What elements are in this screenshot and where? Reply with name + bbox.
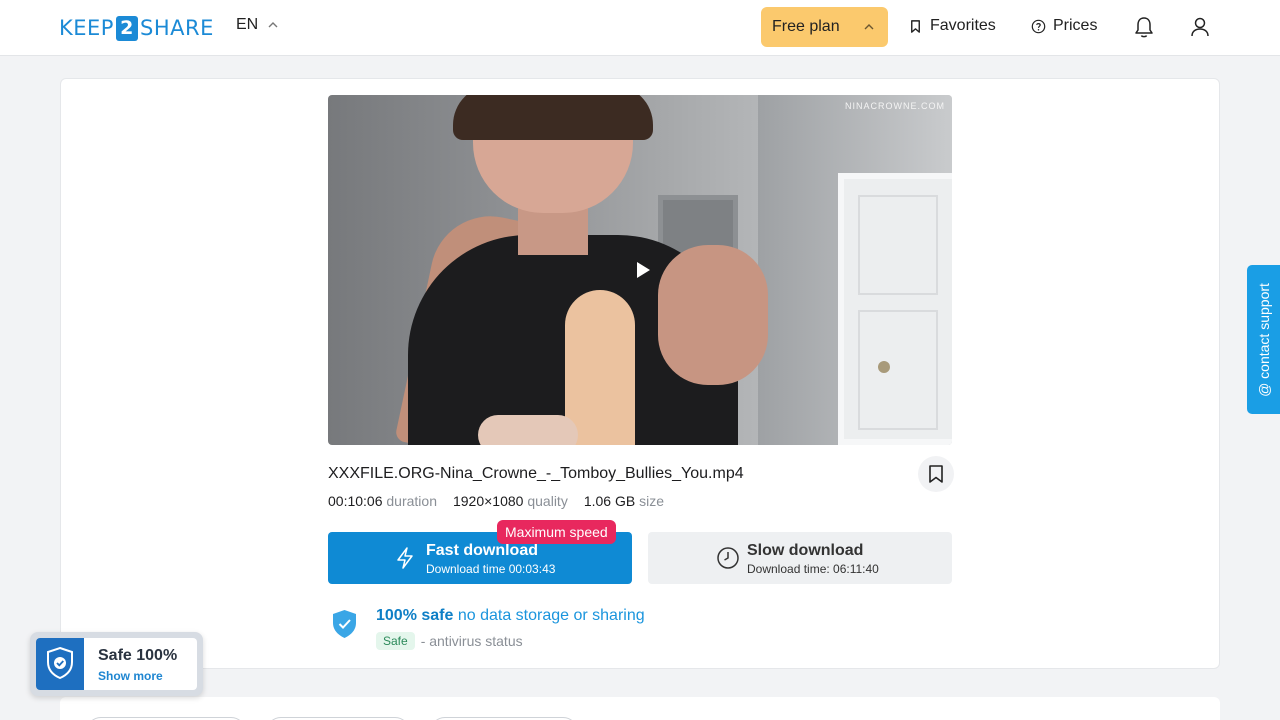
contact-support-tab[interactable]: @ contact support — [1247, 265, 1280, 414]
free-plan-label: Free plan — [772, 18, 840, 35]
safety-headline-rest: no data storage or sharing — [457, 607, 645, 624]
bookmark-icon — [911, 19, 920, 33]
duration-label: duration — [386, 493, 437, 509]
lightning-icon — [397, 547, 413, 569]
prices-label: Prices — [1053, 17, 1098, 34]
safe-badge-icon-box — [36, 638, 84, 690]
antivirus-label: - antivirus status — [420, 633, 523, 649]
fast-download-time: Download time 00:03:43 — [426, 562, 556, 576]
fast-download-title: Fast download — [426, 542, 538, 559]
safe-badge-show-more-link[interactable]: Show more — [98, 669, 163, 683]
safety-headline: 100% safe no data storage or sharing — [376, 607, 645, 625]
bell-icon[interactable] — [1133, 15, 1155, 39]
video-bg-door-panel — [858, 310, 938, 430]
file-meta: 00:10:06 duration 1920×1080 quality 1.06… — [328, 493, 664, 509]
video-figure-arm — [658, 245, 768, 385]
prices-link[interactable]: Prices — [1031, 17, 1097, 35]
favorites-label: Favorites — [930, 17, 996, 34]
slow-download-title: Slow download — [747, 542, 864, 559]
bookmark-icon — [929, 465, 943, 483]
question-circle-icon — [1031, 19, 1046, 33]
add-to-favorites-button[interactable] — [918, 456, 954, 492]
user-icon[interactable] — [1189, 15, 1211, 39]
chevron-up-icon — [268, 22, 278, 28]
size-meta: 1.06 GB size — [584, 493, 664, 509]
language-label: EN — [236, 16, 259, 33]
video-figure-hair — [453, 95, 653, 140]
contact-support-label: @ contact support — [1255, 282, 1272, 397]
video-bg-door-panel — [858, 195, 938, 295]
language-selector[interactable]: EN — [236, 16, 278, 34]
video-watermark: NINACROWNE.COM — [845, 101, 945, 111]
maximum-speed-badge: Maximum speed — [497, 520, 616, 544]
slow-download-button[interactable]: Slow download Download time: 06:11:40 — [648, 532, 952, 584]
play-icon[interactable] — [633, 260, 653, 280]
safe-tag: Safe — [376, 632, 415, 650]
safe-badge-inner: Safe 100% Show more — [36, 638, 197, 690]
shield-check-icon — [333, 610, 356, 638]
size-value: 1.06 GB — [583, 493, 636, 509]
video-figure-hand — [478, 415, 578, 445]
safety-headline-strong: 100% safe — [376, 607, 454, 624]
favorites-link[interactable]: Favorites — [908, 17, 996, 35]
slow-download-time: Download time: 06:11:40 — [747, 562, 879, 576]
video-preview[interactable]: NINACROWNE.COM — [328, 95, 952, 445]
clock-icon — [717, 547, 739, 569]
video-object — [565, 290, 635, 445]
quality-meta: 1920×1080 quality — [453, 493, 568, 509]
chevron-up-icon — [864, 24, 874, 30]
safe-badge-title: Safe 100% — [98, 647, 178, 664]
free-plan-button[interactable]: Free plan — [761, 7, 888, 47]
logo-text-2: 2 — [115, 15, 138, 41]
quality-value: 1920×1080 — [452, 493, 524, 509]
logo-text-keep: KEEP — [59, 16, 114, 40]
top-header: KEEP 2 SHARE EN Free plan Favorites Pric… — [0, 0, 1280, 56]
size-label: size — [639, 493, 664, 509]
keep2share-logo[interactable]: KEEP 2 SHARE — [59, 14, 214, 42]
duration-meta: 00:10:06 duration — [328, 493, 437, 509]
video-bg-door-knob — [878, 361, 890, 373]
file-name: XXXFILE.ORG-Nina_Crowne_-_Tomboy_Bullies… — [328, 465, 744, 482]
duration-value: 00:10:06 — [328, 493, 383, 509]
tabs-card — [60, 697, 1220, 720]
quality-label: quality — [527, 493, 568, 509]
safe-badge[interactable]: Safe 100% Show more — [30, 632, 203, 696]
logo-text-share: SHARE — [139, 16, 214, 40]
antivirus-status: Safe - antivirus status — [376, 632, 523, 650]
shield-check-icon — [47, 646, 73, 680]
